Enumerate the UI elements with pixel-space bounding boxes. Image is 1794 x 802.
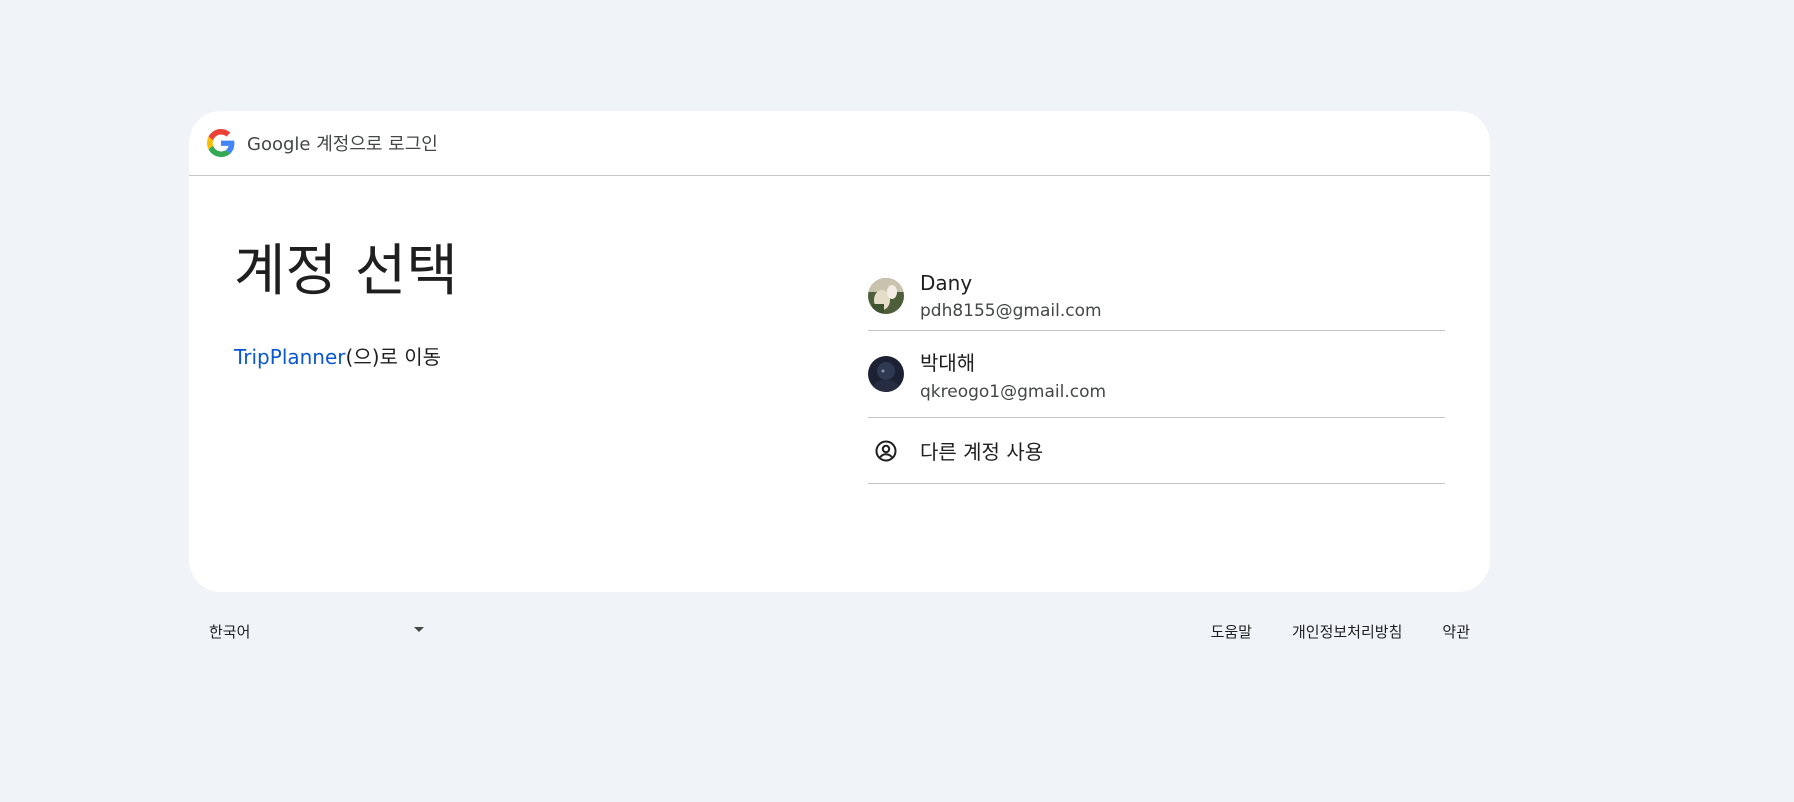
header-title: Google 계정으로 로그인: [247, 130, 438, 156]
account-item-second[interactable]: 박대해 qkreogo1@gmail.com: [868, 331, 1445, 418]
help-link[interactable]: 도움말: [1211, 621, 1252, 642]
language-select[interactable]: 한국어: [209, 621, 424, 642]
account-list: Dany pdh8155@gmail.com 박대해 qkreogo1@gmai…: [868, 261, 1445, 484]
card-header: Google 계정으로 로그인: [189, 111, 1490, 176]
signin-card: Google 계정으로 로그인 계정 선택 TripPlanner(으)로 이동…: [189, 111, 1490, 592]
avatar: [868, 277, 904, 314]
continue-text: TripPlanner(으)로 이동: [234, 341, 458, 370]
avatar: [868, 356, 904, 392]
account-circle-icon: [868, 433, 904, 469]
account-name: Dany: [920, 270, 973, 295]
photo-avatar-icon: [868, 277, 904, 314]
account-email: qkreogo1@gmail.com: [920, 381, 1107, 402]
dropdown-arrow-icon: [414, 627, 424, 632]
footer-links: 도움말 개인정보처리방침 약관: [1211, 621, 1470, 642]
account-email: pdh8155@gmail.com: [920, 300, 1102, 321]
account-text: Dany pdh8155@gmail.com: [920, 271, 1102, 321]
page-title: 계정 선택: [234, 239, 458, 304]
app-name-link[interactable]: TripPlanner: [234, 345, 346, 369]
photo-avatar-icon: [868, 356, 904, 392]
header-brand: Google: [247, 134, 311, 155]
footer: 한국어 도움말 개인정보처리방침 약관: [189, 615, 1490, 647]
terms-link[interactable]: 약관: [1442, 621, 1470, 642]
left-column: 계정 선택 TripPlanner(으)로 이동: [234, 241, 458, 370]
account-text: 박대해 qkreogo1@gmail.com: [920, 347, 1106, 402]
header-signin-text: 계정으로 로그인: [316, 134, 438, 155]
privacy-link[interactable]: 개인정보처리방침: [1292, 621, 1402, 642]
use-another-account-button[interactable]: 다른 계정 사용: [868, 418, 1445, 484]
continue-suffix: (으)로 이동: [345, 344, 442, 369]
use-another-account-label: 다른 계정 사용: [920, 440, 1044, 464]
account-name: 박대해: [920, 350, 976, 375]
account-item-dany[interactable]: Dany pdh8155@gmail.com: [868, 261, 1445, 331]
google-logo-icon: [207, 129, 235, 157]
language-value: 한국어: [209, 623, 251, 641]
